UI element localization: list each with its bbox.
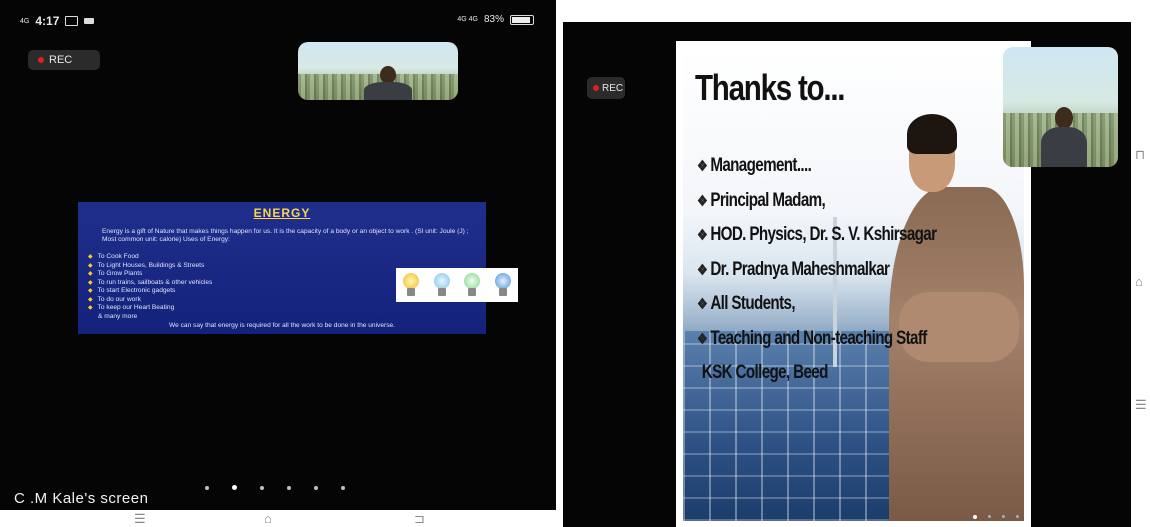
page-indicator[interactable] xyxy=(205,485,345,490)
shared-slide-thanks: Thanks to... ❖ Management.... ❖ Principal … xyxy=(676,41,1031,527)
media-icon xyxy=(84,18,95,24)
battery-percent: 83% xyxy=(483,14,504,25)
status-time: 4:17 xyxy=(35,14,60,28)
page-dot[interactable] xyxy=(341,485,345,490)
bulb-icon xyxy=(401,273,421,297)
rec-dot-icon xyxy=(593,85,599,91)
bullet-icon: ◆ xyxy=(88,262,93,269)
list-item: ❖ All Students, xyxy=(697,293,796,314)
rec-label: REC xyxy=(49,54,73,66)
message-icon xyxy=(65,16,79,26)
list-item: ❖ Management.... xyxy=(697,155,812,176)
home-icon[interactable]: ⌂ xyxy=(1135,274,1143,289)
list-item: ❖ HOD. Physics, Dr. S. V. Kshirsagar xyxy=(697,224,937,245)
slide-footer: We can say that energy is required for a… xyxy=(168,322,396,329)
page-dot-active[interactable] xyxy=(232,485,237,490)
diamond-bullet-icon: ❖ xyxy=(697,158,708,175)
page-dot[interactable] xyxy=(287,485,291,490)
light-bulbs-image xyxy=(396,268,518,302)
list-item: ◆ To Grow Plants xyxy=(88,270,143,277)
bulb-icon xyxy=(493,273,513,297)
self-video-thumbnail[interactable] xyxy=(298,42,458,100)
status-bar: 4G 4:17 4G 4G 83% xyxy=(0,0,556,34)
bullet-icon: ◆ xyxy=(88,296,93,303)
rec-dot-icon xyxy=(38,57,44,63)
list-item: ◆ To Cook Food xyxy=(88,253,139,260)
list-item: ◆ To run trains, sailboats & other vehicl… xyxy=(88,278,213,286)
bullet-icon: ◆ xyxy=(88,279,93,286)
list-item: ◆ To do our work xyxy=(88,295,141,303)
list-item: ❖ Teaching and Non-teaching Staff xyxy=(697,327,927,349)
diamond-bullet-icon: ❖ xyxy=(697,261,708,279)
thanks-list: ❖ Management.... ❖ Principal Madam, ❖ HOD. … xyxy=(697,155,996,397)
bottom-nav-bar: ☰ ⌂ ⊐ xyxy=(0,510,556,527)
slide-intro: Energy is a gift of Nature that makes th… xyxy=(102,228,469,243)
rec-label: REC xyxy=(602,82,624,94)
slide-title: Thanks to... xyxy=(695,67,845,108)
shared-slide-energy: ENERGY Energy is a gift of Nature that m… xyxy=(78,202,518,334)
page-dot[interactable] xyxy=(314,485,318,490)
list-item-continuation: KSK College, Beed xyxy=(701,362,829,383)
energy-uses-list: ◆ To Cook Food ◆ To Light Houses, Building… xyxy=(88,253,212,321)
signal-indicator: 4G 4G xyxy=(457,16,478,23)
slide-title: ENERGY xyxy=(253,206,311,220)
home-icon[interactable]: ⌂ xyxy=(264,512,272,525)
divider xyxy=(556,0,563,527)
back-icon[interactable]: ⊓ xyxy=(1135,147,1145,163)
slide-progress-dots xyxy=(973,515,1024,519)
list-item: ❖ Dr. Pradnya Maheshmalkar xyxy=(697,258,890,280)
diamond-bullet-icon: ❖ xyxy=(697,330,708,348)
menu-icon[interactable]: ☰ xyxy=(134,512,146,525)
bullet-icon: ◆ xyxy=(88,271,93,277)
page-dot[interactable] xyxy=(260,485,264,490)
list-item: ◆ To keep our Heart Beating xyxy=(88,304,175,311)
diamond-bullet-icon: ❖ xyxy=(697,192,708,210)
bullet-icon: ◆ xyxy=(88,305,93,311)
participant-figure xyxy=(364,60,412,100)
list-item: ◆ To start Electronic gadgets xyxy=(88,287,176,294)
network-indicator: 4G xyxy=(20,17,30,25)
list-item: & many more xyxy=(98,312,138,320)
bullet-icon: ◆ xyxy=(88,254,93,260)
rec-indicator[interactable]: REC xyxy=(28,50,100,70)
screen-share-label: C .M Kale's screen xyxy=(14,490,149,507)
bullet-icon: ◆ xyxy=(88,288,93,294)
diamond-bullet-icon: ❖ xyxy=(697,227,708,244)
bulb-icon xyxy=(432,273,452,297)
rec-indicator[interactable]: REC xyxy=(587,77,625,99)
page-dot[interactable] xyxy=(205,485,209,490)
list-item: ❖ Principal Madam, xyxy=(697,189,826,211)
bulb-icon xyxy=(462,273,482,297)
participant-figure xyxy=(1041,107,1087,167)
list-item: ◆ To Light Houses, Buildings & Streets xyxy=(88,261,205,269)
diamond-bullet-icon: ❖ xyxy=(697,296,708,313)
left-phone-screen: 4G 4:17 4G 4G 83% REC ENERGY Energy is a… xyxy=(0,0,556,527)
battery-icon xyxy=(510,14,534,25)
menu-icon[interactable]: ☰ xyxy=(1135,397,1147,413)
self-video-thumbnail[interactable] xyxy=(1003,47,1118,167)
back-icon[interactable]: ⊐ xyxy=(414,512,425,525)
right-meeting-screen: REC Thanks to... ❖ Management.... ❖ Princi… xyxy=(563,22,1150,527)
